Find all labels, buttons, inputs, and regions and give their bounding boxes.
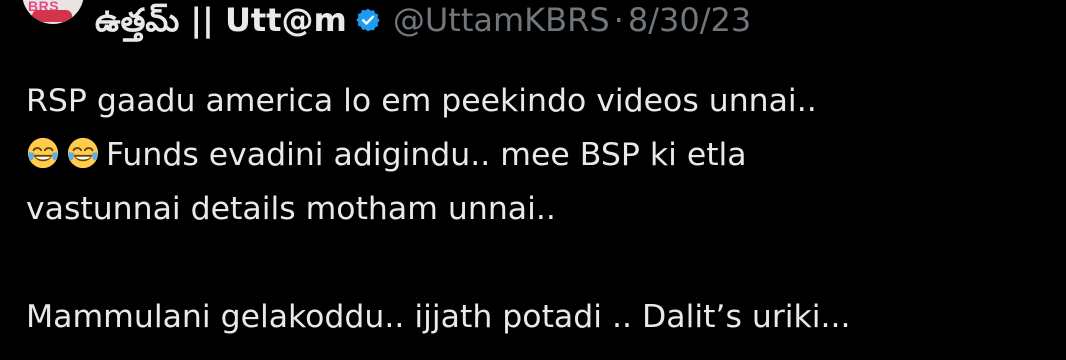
tweet-header: ఉత్తమ్ || Utt@m @UttamKBRS · 8/30/23: [95, 0, 751, 42]
tweet-date[interactable]: 8/30/23: [628, 0, 751, 42]
verified-badge-icon[interactable]: [355, 7, 381, 33]
tweet[interactable]: BRS ఉత్తమ్ || Utt@m @UttamKBRS · 8/30/23…: [0, 0, 1066, 360]
tweet-line-3: vastunnai details motham unnai..: [26, 191, 556, 227]
car-icon: [32, 10, 72, 22]
tweet-line-5: Mammulani gelakoddu.. ijjath potadi .. D…: [26, 299, 851, 335]
display-name[interactable]: ఉత్తమ్ || Utt@m: [95, 0, 347, 42]
user-handle[interactable]: @UttamKBRS: [393, 0, 610, 42]
separator-dot: ·: [613, 1, 624, 39]
tweet-body: RSP gaadu america lo em peekindo videos …: [26, 74, 1056, 344]
face-with-tears-of-joy-icon: [67, 137, 99, 169]
avatar[interactable]: BRS: [22, 0, 84, 24]
tweet-line-2: Funds evadini adigindu.. mee BSP ki etla: [26, 128, 1056, 182]
tweet-line-1: RSP gaadu america lo em peekindo videos …: [26, 83, 817, 119]
tweet-line-2-text: Funds evadini adigindu.. mee BSP ki etla: [106, 137, 747, 173]
face-with-tears-of-joy-icon: [27, 137, 59, 169]
